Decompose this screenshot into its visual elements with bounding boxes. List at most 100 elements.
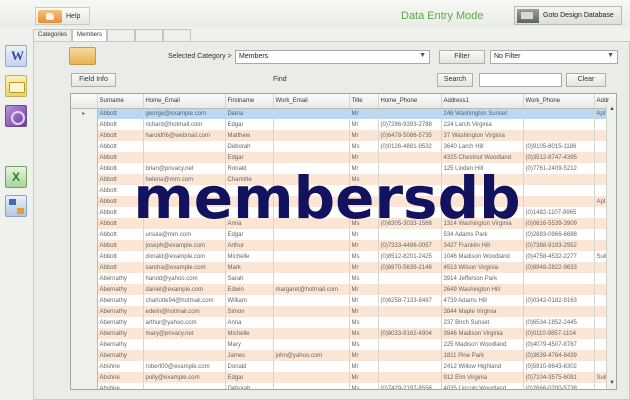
search-input[interactable] <box>479 73 562 87</box>
table-cell[interactable]: Abernathy <box>97 317 144 328</box>
table-cell[interactable]: Michelle <box>225 328 274 339</box>
table-cell[interactable]: Ms <box>349 141 379 152</box>
table-cell[interactable]: Abshire <box>97 361 144 372</box>
table-cell[interactable]: Ms <box>349 273 379 284</box>
table-cell[interactable]: Abshire <box>97 372 144 383</box>
table-row[interactable]: Abernathy edwin@hotmail.com Simon Mr 3844 Ma… <box>71 306 616 317</box>
network-icon[interactable] <box>5 195 27 217</box>
table-cell[interactable]: Abernathy <box>97 328 144 339</box>
row-header[interactable] <box>71 273 98 284</box>
table-row[interactable]: Abernathy daniel@example.com Edwin margaret… <box>71 284 616 295</box>
row-header[interactable] <box>71 262 98 273</box>
table-row[interactable]: Abshire robert00@example.com Donald Mr 2412 … <box>71 361 616 372</box>
table-cell[interactable] <box>273 295 350 306</box>
table-row[interactable]: Abernathy Mary Ms 225 Madison Woodland (0)40… <box>71 339 616 350</box>
table-cell[interactable]: harold@yahoo.com <box>143 273 226 284</box>
table-cell[interactable]: Abernathy <box>97 306 144 317</box>
table-cell[interactable]: Mr <box>349 240 379 251</box>
table-cell[interactable] <box>273 130 350 141</box>
row-header[interactable] <box>71 174 98 185</box>
table-cell[interactable]: Ms <box>349 328 379 339</box>
clear-button[interactable]: Clear <box>566 73 606 87</box>
table-cell[interactable]: Abshire <box>97 383 144 389</box>
table-cell[interactable]: (0)8870-5639-2146 <box>378 262 442 273</box>
table-cell[interactable]: (0)6534-1852-2445 <box>523 317 595 328</box>
table-cell[interactable] <box>273 152 350 163</box>
row-header[interactable] <box>71 240 98 251</box>
members-grid[interactable]: Surname Home_Email Firstname Work_Email Titl… <box>70 93 617 390</box>
table-cell[interactable]: (0)4758-4532-2277 <box>523 251 595 262</box>
table-cell[interactable] <box>273 273 350 284</box>
table-cell[interactable]: mary@privacy.net <box>143 328 226 339</box>
table-cell[interactable] <box>378 273 442 284</box>
table-cell[interactable]: (0)2666-0200-5738 <box>523 383 595 389</box>
table-cell[interactable]: 3640 Larch Hill <box>441 141 524 152</box>
table-cell[interactable] <box>378 152 442 163</box>
filter-button[interactable]: Filter <box>439 50 485 64</box>
table-cell[interactable]: 224 Larch Virginia <box>441 119 524 130</box>
table-cell[interactable] <box>273 339 350 350</box>
row-header[interactable] <box>71 152 98 163</box>
table-cell[interactable]: Mr <box>349 306 379 317</box>
table-cell[interactable]: (0)0342-0182-9163 <box>523 295 595 306</box>
table-cell[interactable] <box>143 141 226 152</box>
table-cell[interactable]: (0)7286-9393-2788 <box>378 119 442 130</box>
table-cell[interactable] <box>273 306 350 317</box>
table-cell[interactable]: Anna <box>225 317 274 328</box>
field-info-button[interactable]: Field Info <box>71 73 116 87</box>
row-header[interactable] <box>71 141 98 152</box>
table-cell[interactable]: Abbott <box>97 141 144 152</box>
table-cell[interactable] <box>273 108 350 119</box>
table-cell[interactable]: john@yahoo.com <box>273 350 350 361</box>
table-cell[interactable]: Diana <box>225 108 274 119</box>
row-header[interactable] <box>71 163 98 174</box>
table-cell[interactable]: Abernathy <box>97 350 144 361</box>
table-cell[interactable]: Abernathy <box>97 273 144 284</box>
table-cell[interactable]: 3914 Jefferson Park <box>441 273 524 284</box>
table-cell[interactable]: 3946 Madison Virginia <box>441 328 524 339</box>
table-cell[interactable] <box>378 306 442 317</box>
table-cell[interactable] <box>273 251 350 262</box>
table-cell[interactable] <box>143 152 226 163</box>
table-cell[interactable]: Mr <box>349 130 379 141</box>
table-cell[interactable] <box>378 284 442 295</box>
filter-select[interactable]: No Filter ▼ <box>490 50 618 64</box>
table-cell[interactable]: (0)0110-9857-1104 <box>523 328 595 339</box>
column-header[interactable]: Title <box>349 94 379 109</box>
table-cell[interactable]: Mr <box>349 361 379 372</box>
table-row[interactable]: Abshire Deborah Ms (0)7429-2197-8558 4035 Li… <box>71 383 616 389</box>
table-cell[interactable]: James <box>225 350 274 361</box>
table-row[interactable]: Abbott richard@hotmail.com Edgar Mr (0)7286-… <box>71 119 616 130</box>
table-cell[interactable] <box>273 361 350 372</box>
table-cell[interactable]: Edwin <box>225 284 274 295</box>
table-cell[interactable]: (0)5910-8643-6302 <box>523 361 595 372</box>
tab-members[interactable]: Members <box>72 29 108 41</box>
purple-app-icon[interactable] <box>5 105 27 127</box>
table-cell[interactable]: Abernathy <box>97 339 144 350</box>
table-cell[interactable]: sandra@example.com <box>143 262 226 273</box>
grid-scrollbar[interactable]: ▲ ▼ <box>606 106 616 389</box>
table-cell[interactable]: (0)8512-8201-2425 <box>378 251 442 262</box>
table-cell[interactable]: Mr <box>349 372 379 383</box>
table-cell[interactable] <box>523 273 595 284</box>
row-header[interactable] <box>71 207 98 218</box>
table-cell[interactable]: 2412 Willow Highland <box>441 361 524 372</box>
table-row[interactable]: Abernathy charlotte94@hotmail.com William M… <box>71 295 616 306</box>
table-cell[interactable]: 4513 Wilson Virginia <box>441 262 524 273</box>
table-cell[interactable]: richard@hotmail.com <box>143 119 226 130</box>
table-row[interactable]: ▸ Abbott george@example.com Diana Mr 246 Wash… <box>71 108 616 119</box>
table-cell[interactable]: Abbott <box>97 251 144 262</box>
column-header[interactable]: Home_Phone <box>378 94 442 109</box>
row-header[interactable] <box>71 229 98 240</box>
table-cell[interactable]: (0)7104-3575-6081 <box>523 372 595 383</box>
table-row[interactable]: Abbott Edgar Mr 4325 Chestnut Woodland (0)35… <box>71 152 616 163</box>
column-header[interactable]: Address1 <box>441 94 524 109</box>
tab-empty[interactable] <box>107 29 136 41</box>
table-cell[interactable]: Mark <box>225 262 274 273</box>
row-header[interactable] <box>71 119 98 130</box>
table-cell[interactable]: (0)7333-4486-0057 <box>378 240 442 251</box>
category-select[interactable]: Members ▼ <box>235 50 430 64</box>
row-header[interactable] <box>71 328 98 339</box>
table-cell[interactable]: Abbott <box>97 240 144 251</box>
table-cell[interactable]: Deborah <box>225 141 274 152</box>
